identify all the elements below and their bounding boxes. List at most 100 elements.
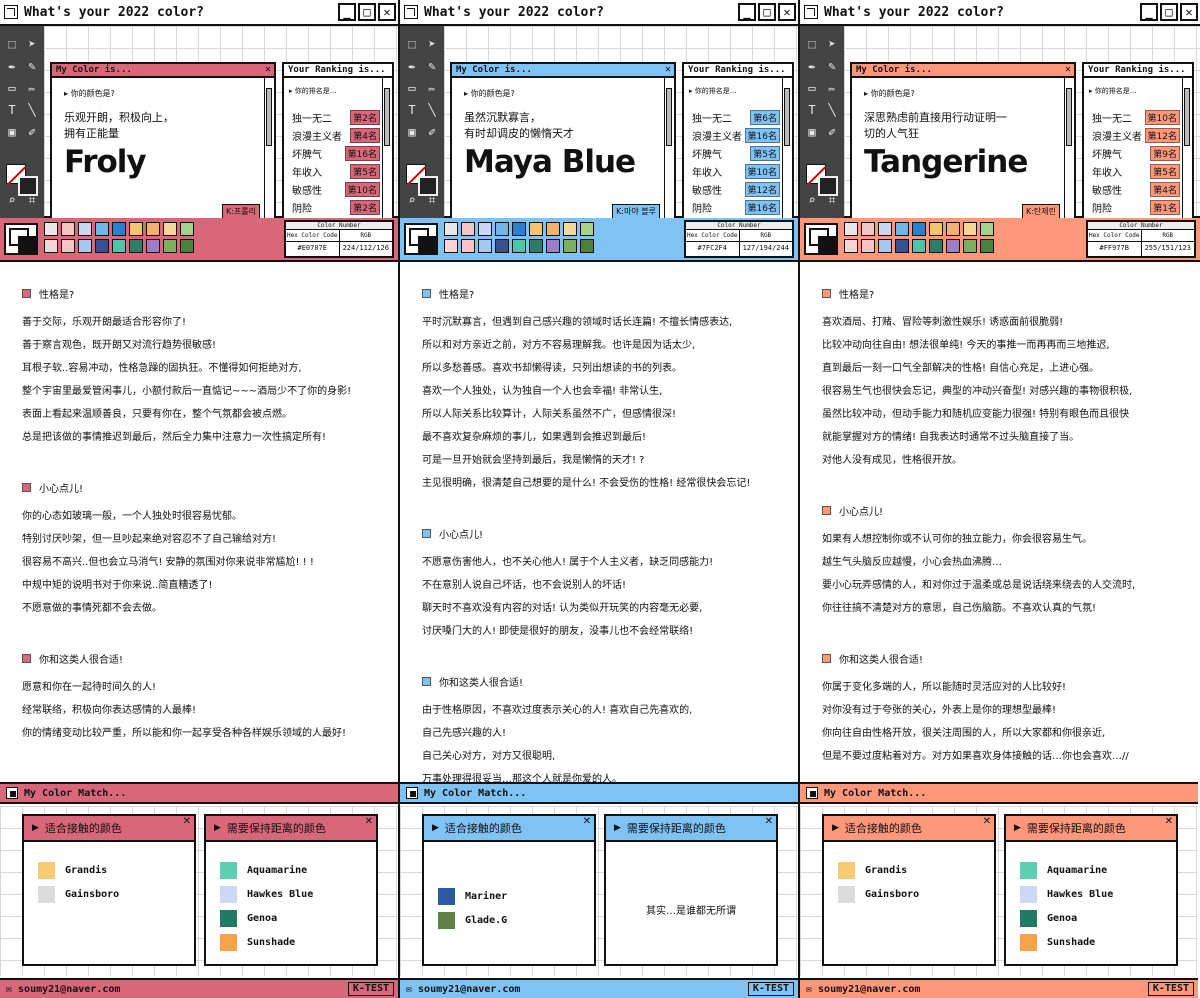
color-swap-icon[interactable]: [404, 223, 438, 255]
palette-swatch[interactable]: [444, 239, 458, 253]
palette-swatch[interactable]: [580, 222, 594, 236]
palette-swatch[interactable]: [512, 222, 526, 236]
footer-email[interactable]: soumy21@naver.com: [818, 984, 920, 995]
palette-swatch[interactable]: [895, 222, 909, 236]
palette-swatch[interactable]: [512, 239, 526, 253]
palette-swatch[interactable]: [946, 222, 960, 236]
line-tool-icon[interactable]: ╲: [424, 102, 440, 118]
close-icon[interactable]: ✕: [183, 816, 191, 827]
minimize-button[interactable]: _: [1140, 3, 1158, 21]
vertical-scrollbar[interactable]: [1064, 78, 1074, 220]
palette-swatch[interactable]: [478, 239, 492, 253]
palette-swatch[interactable]: [180, 239, 194, 253]
scrollbar-thumb[interactable]: [384, 88, 390, 146]
brush-tool-icon[interactable]: ✎: [824, 58, 840, 74]
select-tool-icon[interactable]: ⬚: [4, 36, 20, 52]
fill-swatch[interactable]: [818, 176, 838, 196]
palette-swatch[interactable]: [546, 239, 560, 253]
line-tool-icon[interactable]: ╲: [24, 102, 40, 118]
close-icon[interactable]: ✕: [1065, 64, 1071, 76]
palette-swatch[interactable]: [546, 222, 560, 236]
brush-tool-icon[interactable]: ✎: [424, 58, 440, 74]
close-icon[interactable]: ✕: [265, 64, 271, 76]
palette-swatch[interactable]: [946, 239, 960, 253]
palette-swatch[interactable]: [529, 222, 543, 236]
footer-email[interactable]: soumy21@naver.com: [418, 984, 520, 995]
maximize-button[interactable]: □: [1160, 3, 1178, 21]
pencil-tool-icon[interactable]: ✏: [824, 80, 840, 96]
palette-swatch[interactable]: [444, 222, 458, 236]
palette-swatch[interactable]: [563, 239, 577, 253]
close-icon[interactable]: ✕: [983, 816, 991, 827]
text-tool-icon[interactable]: T: [404, 102, 420, 118]
eyedropper-tool-icon[interactable]: ✐: [424, 124, 440, 140]
palette-swatch[interactable]: [129, 222, 143, 236]
palette-swatch[interactable]: [929, 239, 943, 253]
pencil-tool-icon[interactable]: ✏: [24, 80, 40, 96]
vertical-scrollbar[interactable]: [382, 78, 392, 220]
close-button[interactable]: ✕: [1180, 3, 1198, 21]
palette-swatch[interactable]: [861, 239, 875, 253]
palette-swatch[interactable]: [878, 222, 892, 236]
eyedropper-tool-icon[interactable]: ✐: [824, 124, 840, 140]
eyedropper-tool-icon[interactable]: ✐: [24, 124, 40, 140]
close-icon[interactable]: ✕: [365, 816, 373, 827]
palette-swatch[interactable]: [146, 222, 160, 236]
scrollbar-thumb[interactable]: [666, 88, 672, 146]
maximize-button[interactable]: □: [758, 3, 776, 21]
scrollbar-thumb[interactable]: [266, 88, 272, 146]
palette-swatch[interactable]: [844, 222, 858, 236]
palette-swatch[interactable]: [146, 239, 160, 253]
k-test-badge[interactable]: K-TEST: [347, 982, 394, 996]
palette-swatch[interactable]: [912, 222, 926, 236]
palette-swatch[interactable]: [929, 222, 943, 236]
k-test-badge[interactable]: K-TEST: [1147, 982, 1194, 996]
select-tool-icon[interactable]: ⬚: [804, 36, 820, 52]
palette-swatch[interactable]: [563, 222, 577, 236]
pen-tool-icon[interactable]: ✒: [4, 58, 20, 74]
palette-swatch[interactable]: [478, 222, 492, 236]
rect-tool-icon[interactable]: ▭: [804, 80, 820, 96]
minimize-button[interactable]: _: [338, 3, 356, 21]
palette-swatch[interactable]: [78, 239, 92, 253]
close-icon[interactable]: ✕: [665, 64, 671, 76]
palette-swatch[interactable]: [912, 239, 926, 253]
footer-email[interactable]: soumy21@naver.com: [18, 984, 120, 995]
palette-swatch[interactable]: [95, 239, 109, 253]
palette-swatch[interactable]: [95, 222, 109, 236]
close-button[interactable]: ✕: [378, 3, 396, 21]
palette-swatch[interactable]: [461, 222, 475, 236]
palette-swatch[interactable]: [112, 222, 126, 236]
palette-swatch[interactable]: [163, 222, 177, 236]
vertical-scrollbar[interactable]: [1182, 78, 1192, 220]
brush-tool-icon[interactable]: ✎: [24, 58, 40, 74]
palette-swatch[interactable]: [529, 239, 543, 253]
k-test-badge[interactable]: K-TEST: [747, 982, 794, 996]
scrollbar-thumb[interactable]: [1066, 88, 1072, 146]
line-tool-icon[interactable]: ╲: [824, 102, 840, 118]
vertical-scrollbar[interactable]: [264, 78, 274, 220]
maximize-button[interactable]: □: [358, 3, 376, 21]
palette-swatch[interactable]: [180, 222, 194, 236]
color-swap-icon[interactable]: [804, 223, 838, 255]
palette-swatch[interactable]: [580, 239, 594, 253]
palette-swatch[interactable]: [44, 239, 58, 253]
palette-swatch[interactable]: [461, 239, 475, 253]
rect-tool-icon[interactable]: ▭: [404, 80, 420, 96]
scrollbar-thumb[interactable]: [1184, 88, 1190, 146]
close-icon[interactable]: ✕: [1165, 816, 1173, 827]
palette-swatch[interactable]: [78, 222, 92, 236]
pencil-tool-icon[interactable]: ✏: [424, 80, 440, 96]
palette-swatch[interactable]: [980, 222, 994, 236]
scrollbar-thumb[interactable]: [784, 88, 790, 146]
palette-swatch[interactable]: [980, 239, 994, 253]
minimize-button[interactable]: _: [738, 3, 756, 21]
close-button[interactable]: ✕: [778, 3, 796, 21]
rect-tool-icon[interactable]: ▭: [4, 80, 20, 96]
palette-swatch[interactable]: [878, 239, 892, 253]
gradient-tool-icon[interactable]: ▣: [804, 124, 820, 140]
close-icon[interactable]: ✕: [765, 816, 773, 827]
palette-swatch[interactable]: [44, 222, 58, 236]
pen-tool-icon[interactable]: ✒: [404, 58, 420, 74]
palette-swatch[interactable]: [963, 222, 977, 236]
